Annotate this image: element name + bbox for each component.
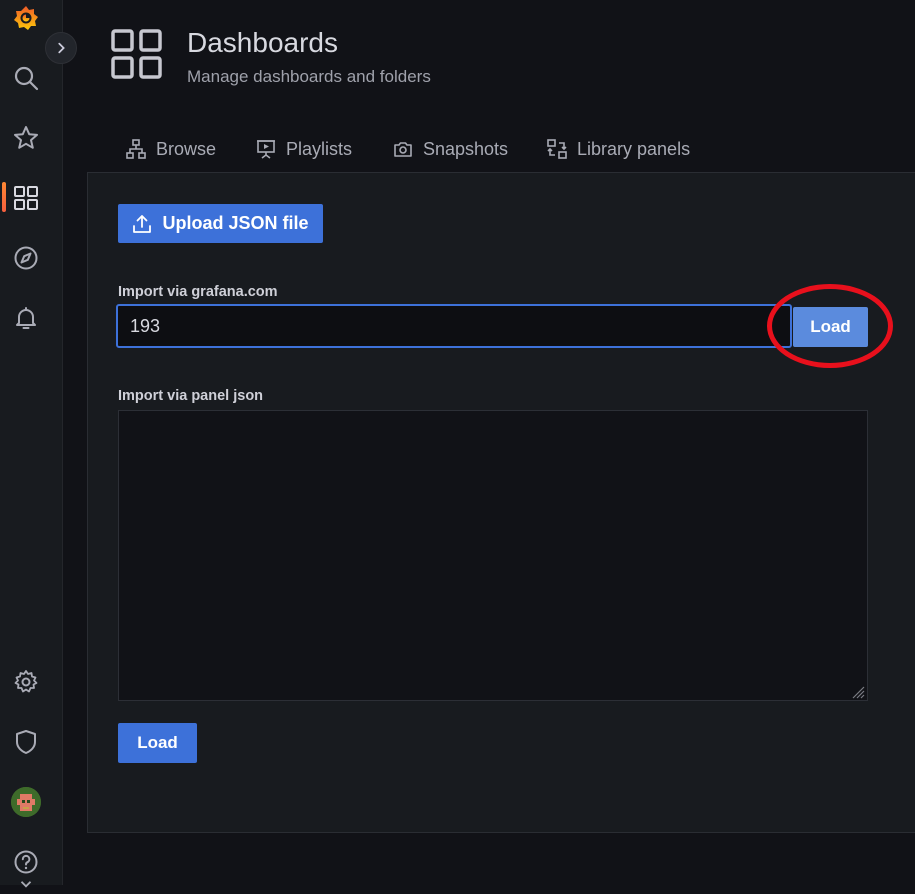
panel-json-textarea[interactable] bbox=[118, 410, 868, 701]
load-json-button[interactable]: Load bbox=[118, 723, 197, 763]
compass-icon[interactable] bbox=[11, 243, 41, 273]
grafana-id-input[interactable] bbox=[116, 304, 792, 348]
page-title: Dashboards bbox=[187, 27, 338, 58]
expand-sidebar-button[interactable] bbox=[45, 32, 77, 64]
tab-library-panels-label: Library panels bbox=[577, 138, 691, 159]
bell-icon[interactable] bbox=[11, 303, 41, 333]
active-indicator bbox=[2, 182, 6, 212]
load-grafana-button[interactable]: Load bbox=[793, 307, 868, 347]
shield-icon[interactable] bbox=[11, 727, 41, 757]
tab-playlists-label: Playlists bbox=[286, 138, 353, 159]
search-icon[interactable] bbox=[11, 63, 41, 93]
panel-json-label: Import via panel json bbox=[118, 388, 264, 404]
tab-browse[interactable]: Browse bbox=[126, 134, 216, 164]
upload-json-button-label: Upload JSON file bbox=[162, 213, 309, 233]
chevron-down-icon[interactable] bbox=[19, 876, 33, 894]
upload-json-button[interactable]: Upload JSON file bbox=[118, 204, 323, 243]
grafana-logo-icon[interactable] bbox=[11, 3, 41, 33]
grafana-import-label: Import via grafana.com bbox=[118, 284, 278, 300]
help-icon[interactable] bbox=[11, 847, 41, 877]
tab-library-panels[interactable]: Library panels bbox=[547, 134, 690, 164]
resize-grip-icon[interactable] bbox=[848, 682, 866, 700]
dashboards-page-icon bbox=[110, 28, 164, 80]
camera-icon bbox=[394, 142, 412, 157]
tab-snapshots[interactable]: Snapshots bbox=[393, 134, 508, 164]
page-subtitle: Manage dashboards and folders bbox=[187, 67, 431, 86]
tab-browse-label: Browse bbox=[156, 138, 217, 159]
presentation-icon bbox=[257, 140, 275, 159]
library-panels-icon bbox=[547, 139, 567, 159]
sidebar bbox=[0, 0, 77, 888]
gear-icon[interactable] bbox=[11, 667, 41, 697]
upload-icon bbox=[133, 214, 152, 233]
tab-snapshots-label: Snapshots bbox=[423, 138, 509, 159]
star-icon[interactable] bbox=[11, 123, 41, 153]
tab-playlists[interactable]: Playlists bbox=[256, 134, 352, 164]
dashboards-icon[interactable] bbox=[11, 183, 41, 213]
avatar[interactable] bbox=[11, 787, 41, 817]
chevron-right-icon bbox=[58, 42, 65, 54]
sitemap-icon bbox=[126, 139, 146, 159]
